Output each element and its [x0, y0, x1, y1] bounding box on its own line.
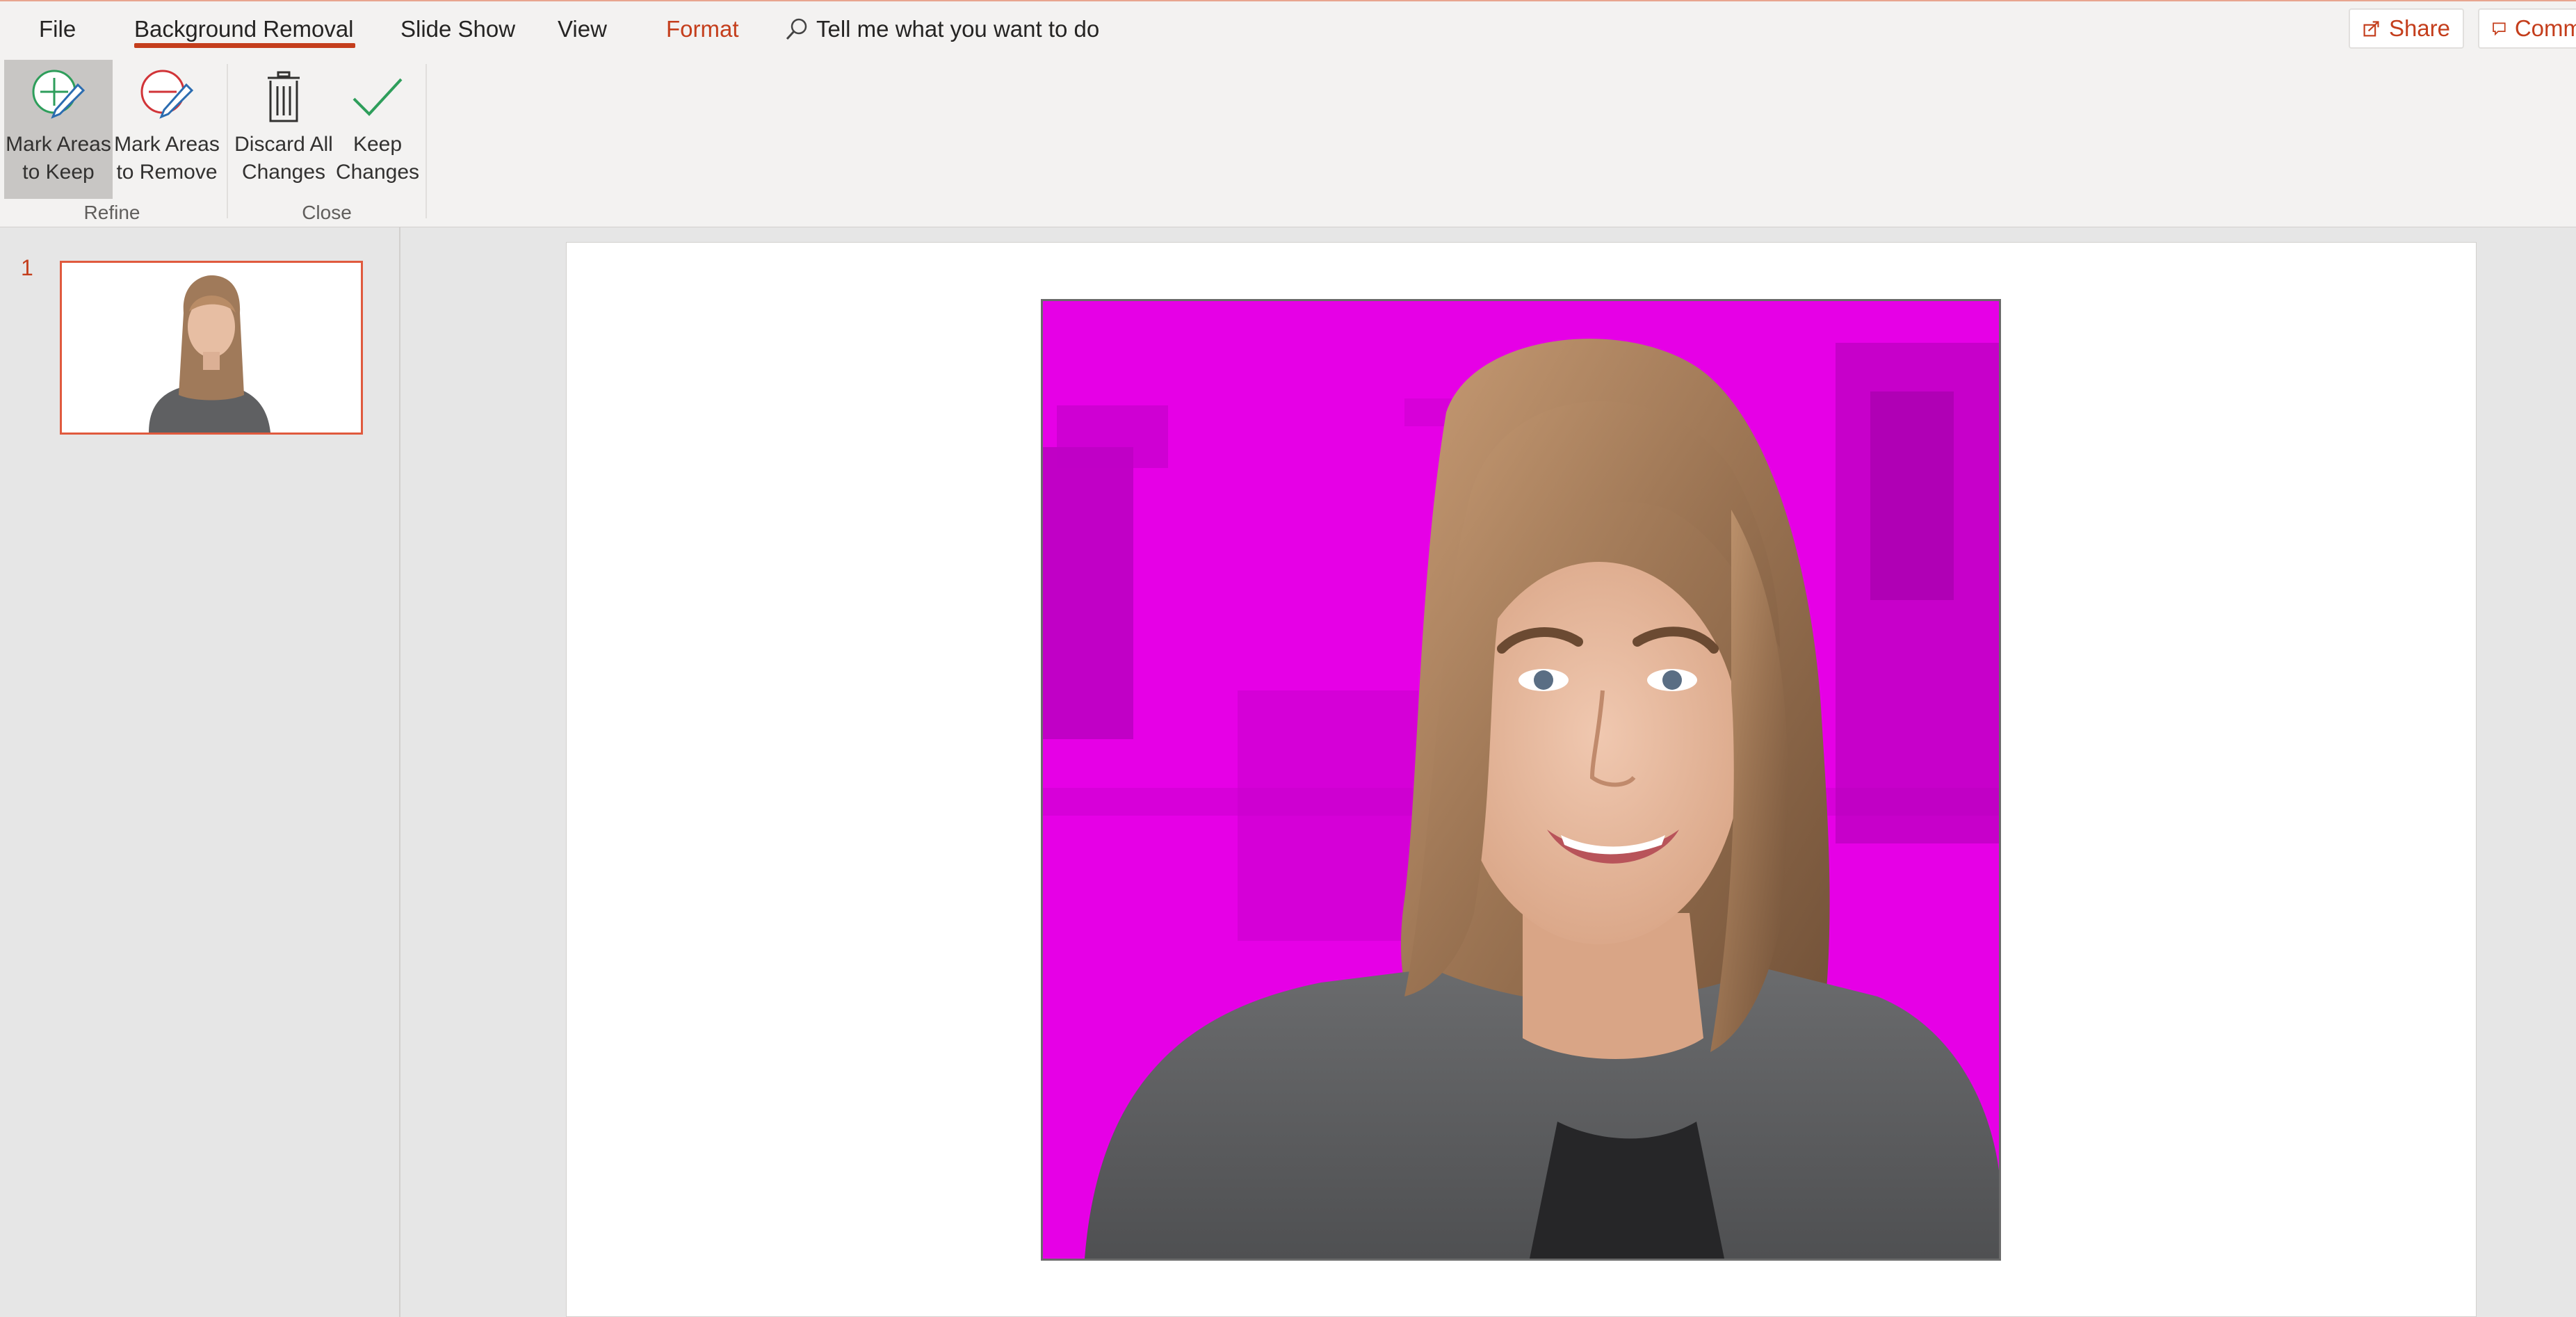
mark-remove-label: Mark Areas to Remove — [114, 131, 220, 186]
mark-remove-icon — [140, 70, 194, 119]
discard-label-line2: Changes — [241, 161, 326, 184]
slide-number: 1 — [21, 255, 33, 280]
comments-button[interactable]: Comm — [2478, 8, 2576, 49]
refine-group-label: Refine — [83, 202, 140, 223]
discard-label-line1: Discard All — [234, 133, 333, 156]
discard-label: Discard All Changes — [234, 131, 334, 186]
mark-keep-label-line2: to Keep — [22, 161, 95, 184]
group-separator — [227, 64, 228, 218]
mark-keep-label: Mark Areas to Keep — [4, 131, 113, 186]
portrait-photo — [1043, 301, 1999, 1259]
tell-me-label: Tell me what you want to do — [816, 16, 1100, 42]
close-group-label: Close — [302, 202, 352, 223]
tab-slide-show[interactable]: Slide Show — [400, 1, 515, 57]
trash-icon — [268, 71, 300, 122]
ribbon: Mark Areas to Keep Mark Areas to Remove … — [0, 56, 2576, 227]
background-removal-image[interactable] — [1041, 299, 2001, 1261]
search-icon — [786, 18, 807, 40]
mark-remove-label-line1: Mark Areas — [114, 133, 220, 156]
mark-areas-to-remove-button[interactable]: Mark Areas to Remove — [114, 60, 220, 199]
keep-changes-label-line1: Keep — [353, 133, 403, 156]
discard-all-changes-button[interactable]: Discard All Changes — [234, 60, 334, 199]
ribbon-tab-bar: File Background Removal Slide Show View … — [0, 0, 2576, 56]
slide-thumbnail[interactable] — [60, 261, 363, 435]
tab-file[interactable]: File — [39, 1, 76, 57]
mark-areas-to-keep-button[interactable]: Mark Areas to Keep — [4, 60, 113, 199]
thumbnail-portrait-image — [62, 263, 361, 433]
group-separator — [426, 64, 427, 218]
tell-me-search[interactable]: Tell me what you want to do — [784, 15, 1099, 43]
tab-format[interactable]: Format — [666, 1, 739, 57]
share-label: Share — [2388, 15, 2450, 41]
keep-changes-button[interactable]: Keep Changes — [335, 60, 420, 199]
mark-keep-label-line1: Mark Areas — [6, 133, 111, 156]
comment-icon — [2493, 22, 2506, 36]
mark-keep-icon — [32, 70, 86, 119]
share-button[interactable]: Share — [2349, 8, 2464, 49]
share-icon — [2363, 21, 2379, 37]
active-tab-indicator — [134, 43, 355, 48]
keep-changes-label: Keep Changes — [335, 131, 420, 186]
mark-remove-label-line2: to Remove — [116, 161, 218, 184]
slide-thumbnails-pane[interactable]: 1 — [0, 227, 400, 1317]
tab-background-removal[interactable]: Background Removal — [134, 1, 354, 57]
comments-label: Comm — [2514, 15, 2576, 41]
tab-view[interactable]: View — [558, 1, 607, 57]
checkmark-icon — [353, 78, 403, 116]
keep-changes-label-line2: Changes — [335, 161, 420, 184]
